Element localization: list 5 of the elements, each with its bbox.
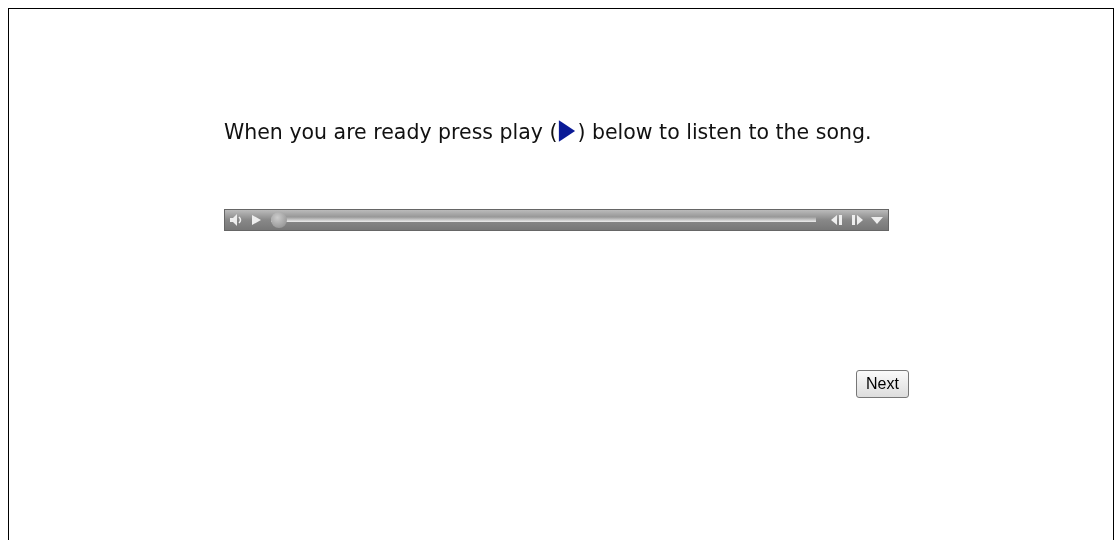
- play-icon: [558, 119, 577, 143]
- instruction-text: ) below to listen to the song.: [577, 120, 872, 144]
- instruction-text: When you are ready press play (: [224, 120, 558, 144]
- seek-thumb[interactable]: [271, 212, 287, 228]
- next-button[interactable]: Next: [856, 370, 909, 398]
